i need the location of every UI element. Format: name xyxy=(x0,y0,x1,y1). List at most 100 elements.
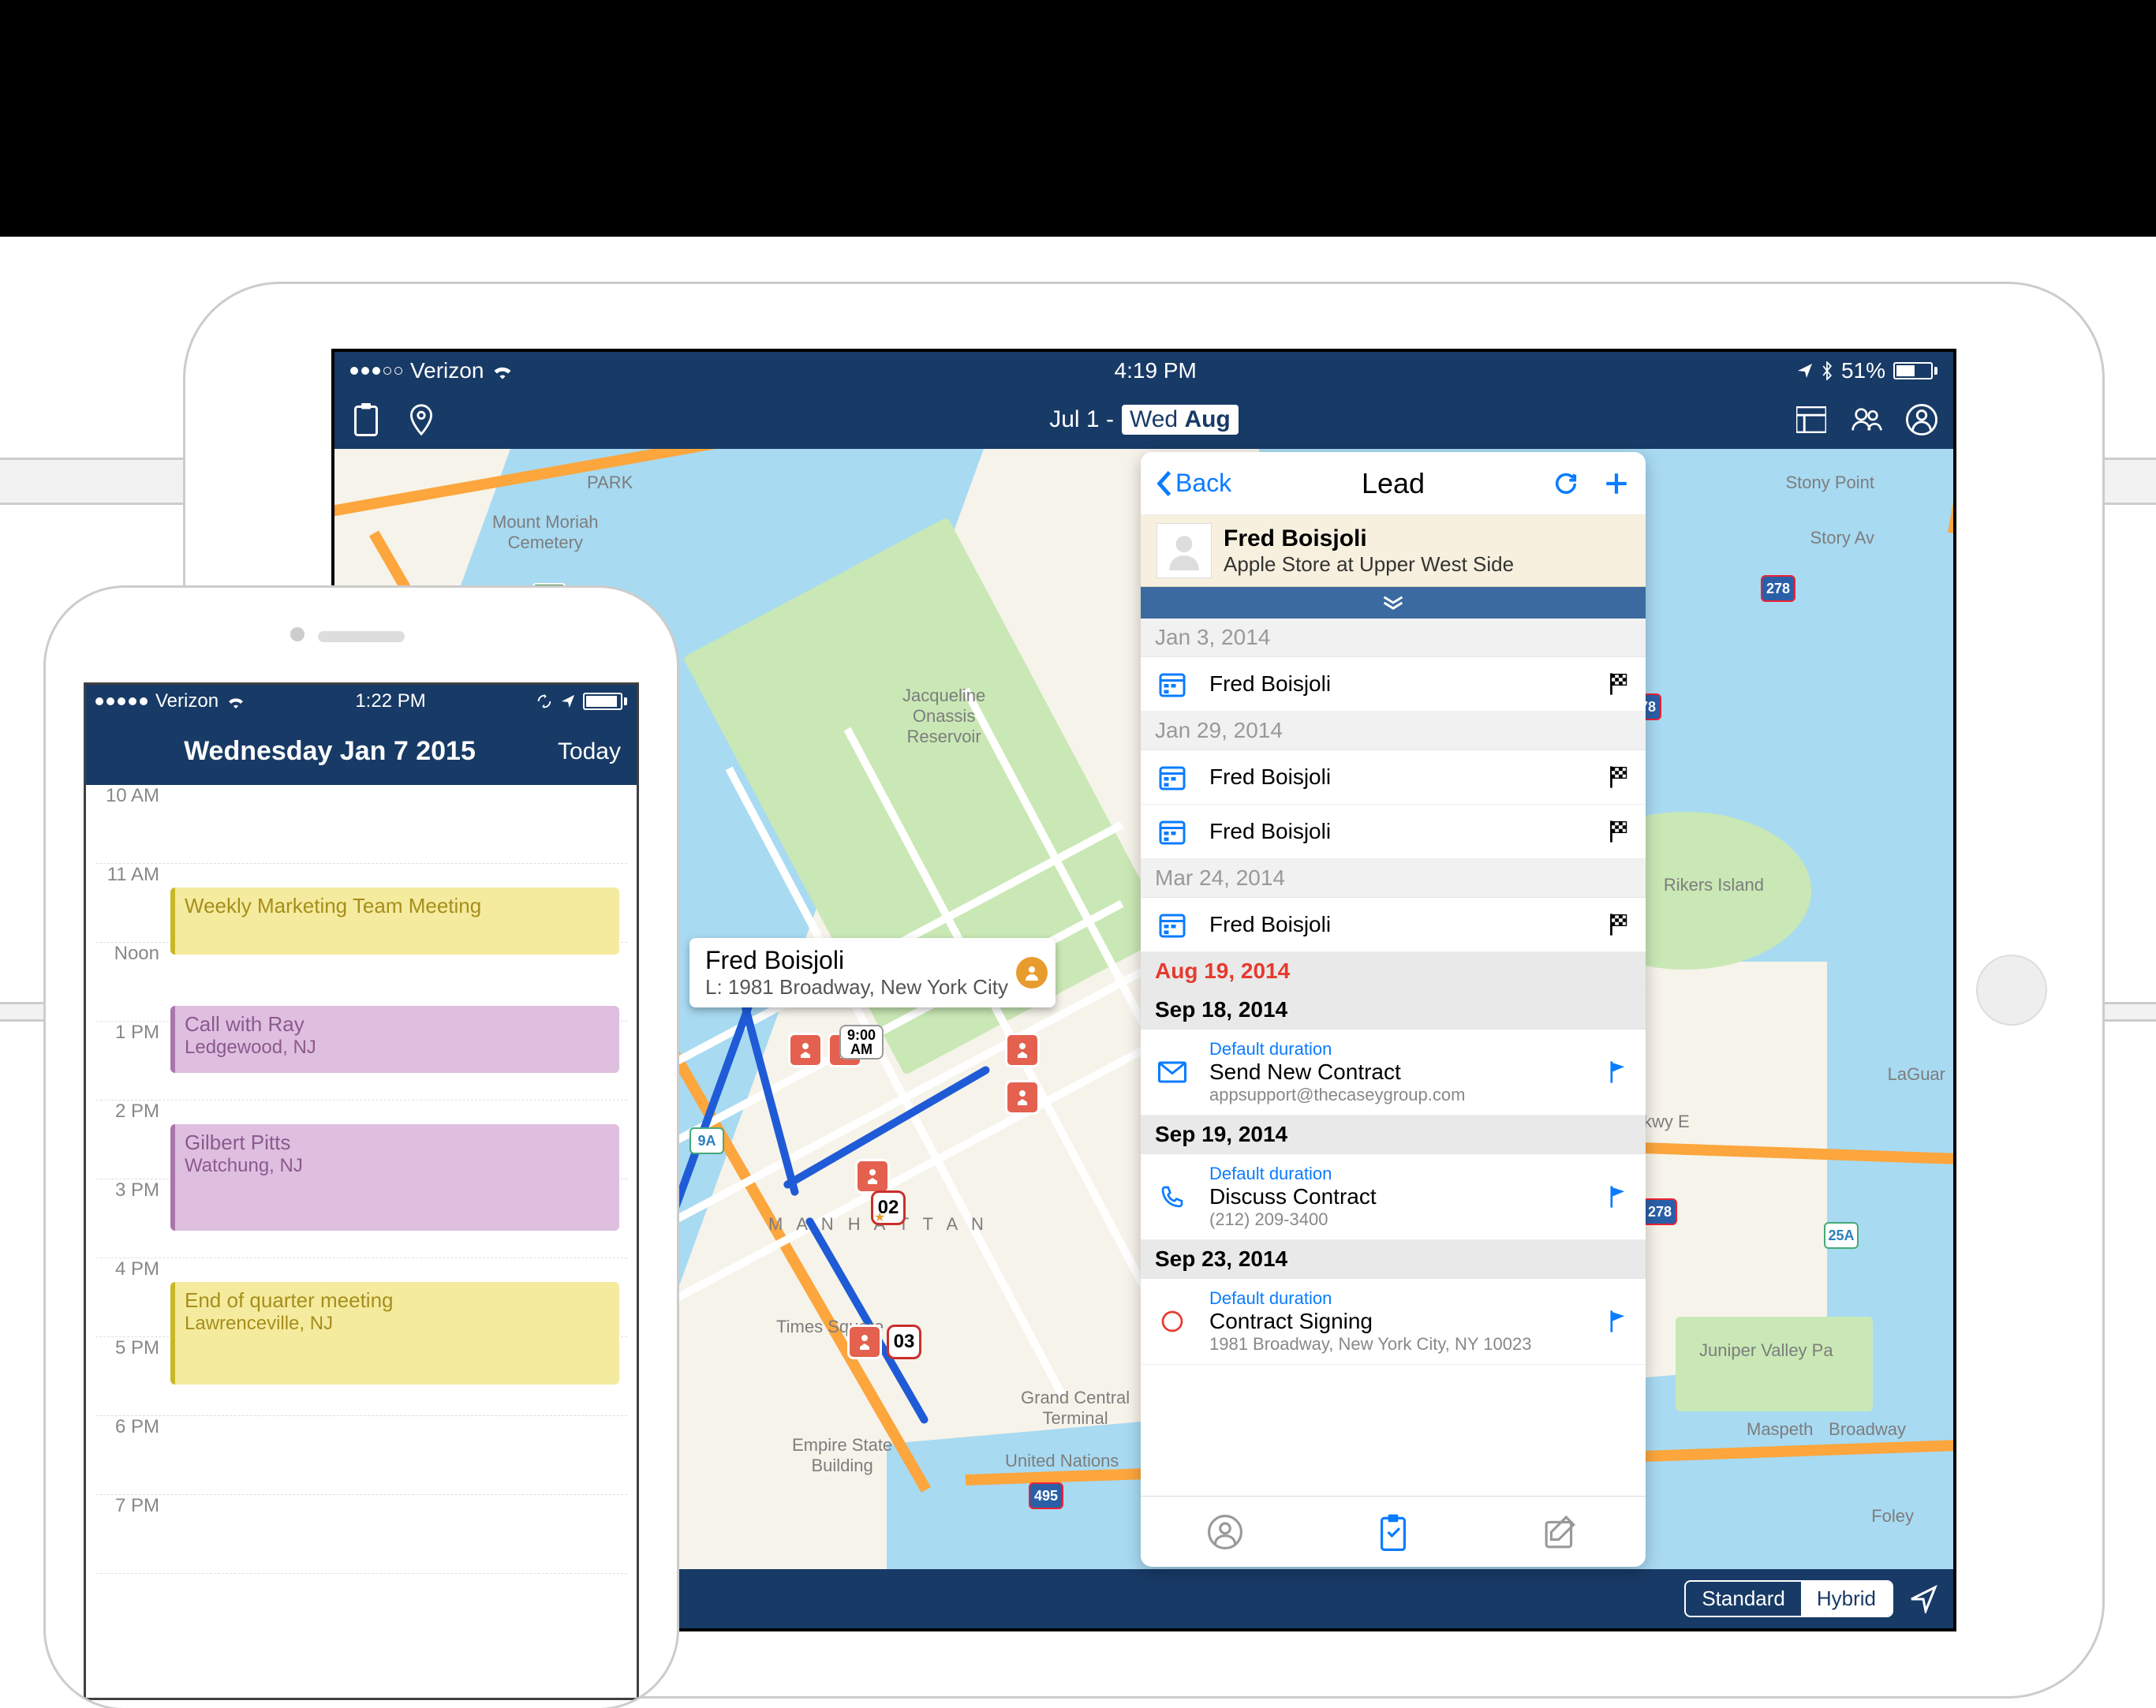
calendar-body[interactable]: 10 AM11 AMNoon1 PM2 PM3 PM4 PM5 PM6 PM7 … xyxy=(86,785,637,1574)
lead-item[interactable]: Fred Boisjoli xyxy=(1141,898,1646,952)
lead-item[interactable]: Default durationSend New Contractappsupp… xyxy=(1141,1030,1646,1116)
location-arrow-icon xyxy=(1797,363,1813,379)
nav-date-range[interactable]: Jul 1 - Wed Aug xyxy=(747,405,1541,435)
calendar-icon xyxy=(1155,814,1190,849)
shield-495: 495 xyxy=(1029,1482,1063,1509)
segment-hybrid[interactable]: Hybrid xyxy=(1801,1582,1892,1616)
footer-compose-icon[interactable] xyxy=(1478,1497,1646,1567)
list-icon[interactable] xyxy=(1795,404,1827,435)
label-reservoir: Jacqueline Onassis Reservoir xyxy=(902,686,985,747)
date-header: Sep 18, 2014 xyxy=(1141,991,1646,1030)
lead-item[interactable]: Fred Boisjoli xyxy=(1141,657,1646,712)
label-park: PARK xyxy=(587,473,633,493)
lead-item-body: Fred Boisjoli xyxy=(1209,671,1588,697)
circle-icon xyxy=(1155,1304,1190,1339)
segment-standard[interactable]: Standard xyxy=(1686,1582,1801,1616)
battery-pct: 51% xyxy=(1841,358,1885,383)
ipad-home-button[interactable] xyxy=(1976,955,2047,1026)
lead-item[interactable]: Fred Boisjoli xyxy=(1141,805,1646,859)
label-maspeth: Maspeth xyxy=(1747,1419,1813,1440)
back-button[interactable]: Back xyxy=(1156,469,1231,498)
lead-item-duration: Default duration xyxy=(1209,1288,1588,1309)
bluetooth-icon xyxy=(1821,361,1833,380)
ipad-nav-bar: Jul 1 - Wed Aug xyxy=(334,390,1953,449)
lead-item[interactable]: Fred Boisjoli xyxy=(1141,750,1646,805)
wifi-icon xyxy=(226,694,245,708)
cal-hour-label: Noon xyxy=(95,943,170,965)
lead-item-body: Fred Boisjoli xyxy=(1209,912,1588,937)
signal-dots-icon xyxy=(95,697,148,705)
footer-profile-icon[interactable] xyxy=(1141,1497,1309,1567)
lead-contact-row[interactable]: Fred Boisjoli Apple Store at Upper West … xyxy=(1141,515,1646,587)
phone-icon xyxy=(1155,1179,1190,1214)
today-button[interactable]: Today xyxy=(558,738,621,765)
flag-icon xyxy=(1608,913,1631,936)
label-story: Story Av xyxy=(1810,528,1874,548)
flag-icon xyxy=(1608,765,1631,789)
calendar-event[interactable]: Weekly Marketing Team Meeting xyxy=(170,888,619,955)
lead-activity-list[interactable]: Jan 3, 2014Fred BoisjoliJan 29, 2014Fred… xyxy=(1141,619,1646,1496)
num-pin-03[interactable]: 03 xyxy=(887,1325,921,1359)
calendar-event[interactable]: Call with RayLedgewood, NJ xyxy=(170,1006,619,1073)
callout-address: L: 1981 Broadway, New York City xyxy=(705,975,1008,1000)
lead-item-title: Fred Boisjoli xyxy=(1209,912,1588,937)
label-gc-terminal: Grand Central Terminal xyxy=(1021,1388,1130,1429)
shield-278-b: 278 xyxy=(1642,1198,1677,1225)
battery-icon xyxy=(583,693,627,710)
map-callout[interactable]: Fred Boisjoli L: 1981 Broadway, New York… xyxy=(689,938,1056,1007)
map-marker-d[interactable] xyxy=(855,1159,890,1194)
lead-contact-sub: Apple Store at Upper West Side xyxy=(1224,552,1514,577)
cal-hour-label: 11 AM xyxy=(95,864,170,886)
event-title: Weekly Marketing Team Meeting xyxy=(185,894,610,918)
map-marker-b[interactable] xyxy=(1005,1033,1040,1067)
add-icon[interactable] xyxy=(1603,470,1630,497)
map-marker-start[interactable] xyxy=(788,1033,823,1067)
contacts-icon[interactable] xyxy=(1851,404,1882,435)
expand-bar[interactable] xyxy=(1141,587,1646,619)
lead-panel: Back Lead Fred Boisjoli xyxy=(1141,452,1646,1567)
lead-item-title: Contract Signing xyxy=(1209,1309,1588,1334)
wifi-icon xyxy=(491,362,514,379)
lead-footer xyxy=(1141,1496,1646,1567)
status-time: 4:19 PM xyxy=(1115,358,1197,383)
calendar-event[interactable]: Gilbert PittsWatchung, NJ xyxy=(170,1124,619,1231)
carrier-label: Verizon xyxy=(155,690,219,712)
iphone-nav-bar: Wednesday Jan 7 2015 Today xyxy=(86,718,637,785)
iphone-speaker xyxy=(318,631,405,642)
callout-contact-icon[interactable] xyxy=(1016,957,1048,989)
event-sub: Watchung, NJ xyxy=(185,1155,610,1177)
status-time: 1:22 PM xyxy=(355,690,425,712)
profile-icon[interactable] xyxy=(1906,404,1937,435)
label-mount-moriah: Mount Moriah Cemetery xyxy=(492,512,599,553)
flag-icon xyxy=(1608,1310,1631,1333)
time-pin-900am: 9:00 AM xyxy=(839,1025,884,1060)
lead-item[interactable]: Default durationContract Signing1981 Bro… xyxy=(1141,1279,1646,1365)
back-label: Back xyxy=(1175,469,1231,498)
map-marker-e[interactable] xyxy=(847,1325,882,1359)
map-type-segment[interactable]: Standard Hybrid xyxy=(1684,1580,1893,1617)
map-marker-c[interactable] xyxy=(1005,1080,1040,1115)
label-foley: Foley xyxy=(1871,1506,1914,1527)
date-header: Sep 23, 2014 xyxy=(1141,1240,1646,1279)
page-top-band xyxy=(0,0,2156,237)
lead-item-title: Fred Boisjoli xyxy=(1209,819,1588,844)
shield-25a: 25A xyxy=(1824,1222,1859,1249)
shield-278-a: 278 xyxy=(1761,575,1795,602)
calendar-event[interactable]: End of quarter meetingLawrenceville, NJ xyxy=(170,1282,619,1385)
cal-hour-label: 1 PM xyxy=(95,1022,170,1044)
lead-item[interactable]: Default durationDiscuss Contract(212) 20… xyxy=(1141,1154,1646,1240)
clipboard-icon[interactable] xyxy=(350,404,382,435)
flag-icon xyxy=(1608,1060,1631,1084)
locate-button[interactable] xyxy=(1909,1585,1937,1613)
label-broadway: Broadway xyxy=(1829,1419,1906,1440)
label-juniper: Juniper Valley Pa xyxy=(1699,1340,1833,1361)
date-current-day: Wed xyxy=(1130,406,1178,432)
battery-icon xyxy=(1893,362,1937,379)
cal-hour-label: 2 PM xyxy=(95,1101,170,1123)
footer-clipboard-icon[interactable] xyxy=(1309,1497,1477,1567)
lead-title: Lead xyxy=(1362,467,1425,500)
map-pin-icon[interactable] xyxy=(405,404,437,435)
refresh-icon[interactable] xyxy=(1553,470,1579,497)
iphone-screen: Verizon 1:22 PM Wednesday Jan 7 2015 xyxy=(84,682,639,1700)
callout-name: Fred Boisjoli xyxy=(705,946,1008,975)
